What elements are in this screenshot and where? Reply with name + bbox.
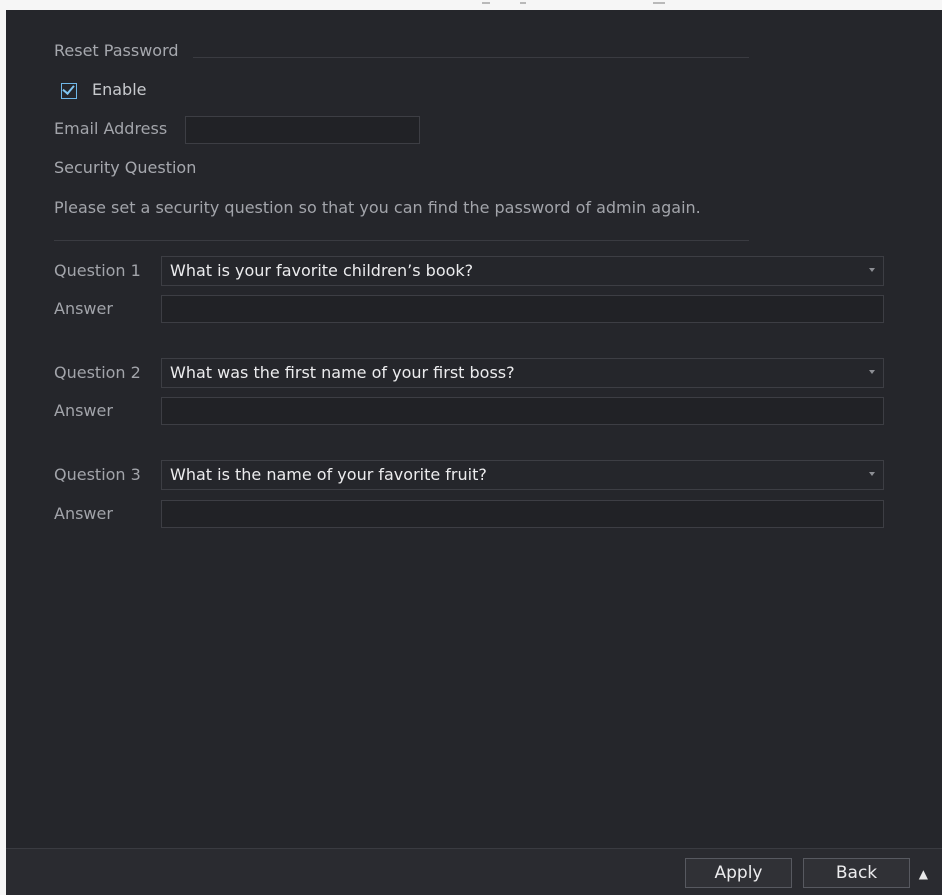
answer-1-label: Answer	[54, 299, 113, 318]
answer-1-input[interactable]	[161, 295, 884, 323]
answer-2-input[interactable]	[161, 397, 884, 425]
question-2-selected-value: What was the first name of your first bo…	[170, 363, 515, 382]
question-1-dropdown[interactable]: What is your favorite children’s book?	[161, 256, 884, 286]
enable-checkbox[interactable]	[61, 82, 77, 99]
email-address-label: Email Address	[54, 119, 168, 138]
back-button[interactable]: Back	[803, 858, 910, 888]
answer-3-input[interactable]	[161, 500, 884, 528]
checkmark-icon	[62, 82, 75, 95]
enable-label: Enable	[92, 80, 147, 99]
mouse-pointer-icon: ▲	[918, 867, 928, 881]
reset-password-divider	[193, 57, 749, 58]
security-question-divider	[54, 240, 749, 241]
apply-button[interactable]: Apply	[685, 858, 792, 888]
question-2-dropdown[interactable]: What was the first name of your first bo…	[161, 358, 884, 388]
answer-3-label: Answer	[54, 504, 113, 523]
question-3-label: Question 3	[54, 465, 141, 484]
caret-down-icon	[869, 370, 875, 374]
question-1-selected-value: What is your favorite children’s book?	[170, 261, 474, 280]
security-question-heading: Security Question	[54, 158, 197, 177]
reset-password-heading: Reset Password	[54, 41, 179, 60]
caret-down-icon	[869, 268, 875, 272]
question-3-dropdown[interactable]: What is the name of your favorite fruit?	[161, 460, 884, 490]
email-address-field[interactable]	[185, 116, 420, 144]
footer-bar: Apply Back ▲	[6, 848, 942, 895]
question-2-label: Question 2	[54, 363, 141, 382]
caret-down-icon	[869, 472, 875, 476]
security-question-instruction: Please set a security question so that y…	[54, 198, 701, 217]
question-3-selected-value: What is the name of your favorite fruit?	[170, 465, 487, 484]
reset-password-window: Reset Password Enable Email Address Secu…	[6, 10, 942, 895]
answer-2-label: Answer	[54, 401, 113, 420]
question-1-label: Question 1	[54, 261, 141, 280]
page-top-edge	[0, 0, 942, 10]
